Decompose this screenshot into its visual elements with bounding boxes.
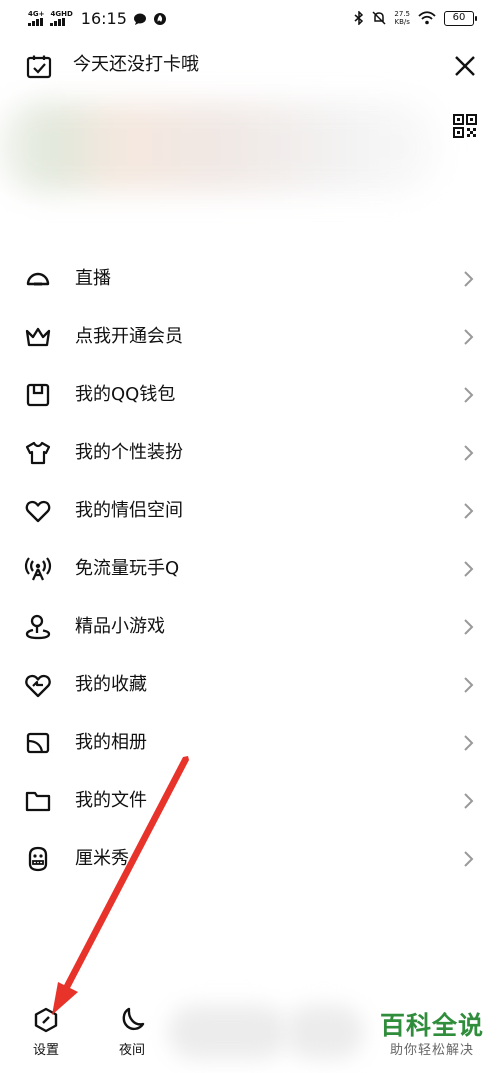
blurred-toolbar-item — [284, 1005, 364, 1059]
settings-button[interactable]: 设置 — [16, 1005, 76, 1058]
wifi-icon — [418, 11, 436, 25]
menu-item-label: 我的收藏 — [75, 674, 147, 695]
game-pin-icon — [25, 614, 51, 640]
settings-label: 设置 — [32, 1043, 59, 1058]
bluetooth-icon — [354, 11, 364, 25]
watermark-logo: 百科全说 助你轻松解决 — [376, 1010, 488, 1060]
chevron-right-icon — [464, 503, 474, 519]
status-time: 16:15 — [80, 9, 127, 28]
blurred-toolbar-item — [168, 1005, 288, 1059]
sim1-label: 4G+ — [28, 10, 45, 18]
antenna-icon — [24, 557, 52, 581]
menu-item-label: 厘米秀 — [75, 848, 129, 869]
menu-item-label: 我的个性装扮 — [75, 442, 183, 463]
chevron-right-icon — [464, 387, 474, 403]
heart-icon — [25, 500, 51, 523]
sim2-label: 4GHD — [50, 10, 73, 18]
menu-item-files[interactable]: 我的文件 — [0, 772, 500, 830]
menu-item-label: 我的相册 — [75, 732, 147, 753]
night-label: 夜间 — [118, 1043, 145, 1058]
crown-icon — [25, 327, 51, 347]
tshirt-icon — [25, 441, 51, 465]
menu-item-live[interactable]: 直播 — [0, 250, 500, 308]
chevron-right-icon — [464, 677, 474, 693]
sign-in-header: 今天还没打卡哦 — [0, 44, 500, 88]
calendar-check-icon[interactable] — [26, 54, 52, 80]
watermark-subtitle: 助你轻松解决 — [389, 1043, 474, 1058]
battery-indicator: 60 — [444, 10, 477, 26]
menu-item-label: 我的QQ钱包 — [75, 384, 176, 405]
menu-item-label: 直播 — [75, 268, 111, 289]
chevron-right-icon — [464, 793, 474, 809]
live-icon — [26, 272, 50, 286]
menu-item-theme[interactable]: 我的个性装扮 — [0, 424, 500, 482]
menu-item-album[interactable]: 我的相册 — [0, 714, 500, 772]
sign-in-prompt[interactable]: 今天还没打卡哦 — [73, 52, 199, 78]
menu-item-label: 精品小游戏 — [75, 616, 165, 637]
menu-item-label: 免流量玩手Q — [75, 558, 180, 579]
menu-item-favorites[interactable]: 我的收藏 — [0, 656, 500, 714]
menu-item-label: 我的文件 — [75, 790, 147, 811]
mute-bell-icon — [372, 11, 386, 25]
menu-item-free-data[interactable]: 免流量玩手Q — [0, 540, 500, 598]
net-speed: 27.5 KB/s — [394, 10, 410, 26]
moon-icon — [122, 1007, 145, 1031]
chevron-right-icon — [464, 561, 474, 577]
menu-item-cmshow[interactable]: 厘米秀 — [0, 830, 500, 888]
folder-icon — [25, 791, 51, 812]
status-bar: 4G+ 4GHD 16:15 27.5 KB/s 60 — [0, 0, 500, 38]
chevron-right-icon — [464, 329, 474, 345]
chevron-right-icon — [464, 851, 474, 867]
album-icon — [26, 732, 50, 754]
wallet-icon — [26, 383, 50, 407]
menu-item-couple-space[interactable]: 我的情侣空间 — [0, 482, 500, 540]
profile-card[interactable] — [0, 92, 500, 202]
net-speed-value: 27.5 — [394, 10, 410, 18]
net-speed-unit: KB/s — [394, 18, 410, 26]
close-icon[interactable] — [452, 53, 478, 79]
chat-bubble-icon — [133, 13, 146, 25]
blurred-profile-info — [0, 102, 440, 192]
qr-code-icon[interactable] — [453, 114, 477, 138]
cmshow-face-icon — [28, 846, 48, 872]
night-mode-button[interactable]: 夜间 — [102, 1005, 162, 1058]
chevron-right-icon — [464, 619, 474, 635]
menu-item-wallet[interactable]: 我的QQ钱包 — [0, 366, 500, 424]
watermark-title: 百科全说 — [379, 1011, 484, 1040]
menu-item-mini-games[interactable]: 精品小游戏 — [0, 598, 500, 656]
settings-hexagon-icon — [34, 1007, 58, 1033]
chevron-right-icon — [464, 445, 474, 461]
signal-sim1-icon: 4G+ — [28, 11, 44, 26]
favorite-icon — [25, 674, 51, 698]
menu-item-label: 点我开通会员 — [75, 326, 183, 347]
menu-item-label: 我的情侣空间 — [75, 500, 183, 521]
flame-app-icon — [153, 12, 166, 25]
chevron-right-icon — [464, 271, 474, 287]
signal-sim2-icon: 4GHD — [50, 10, 73, 26]
menu-item-vip[interactable]: 点我开通会员 — [0, 308, 500, 366]
chevron-right-icon — [464, 735, 474, 751]
